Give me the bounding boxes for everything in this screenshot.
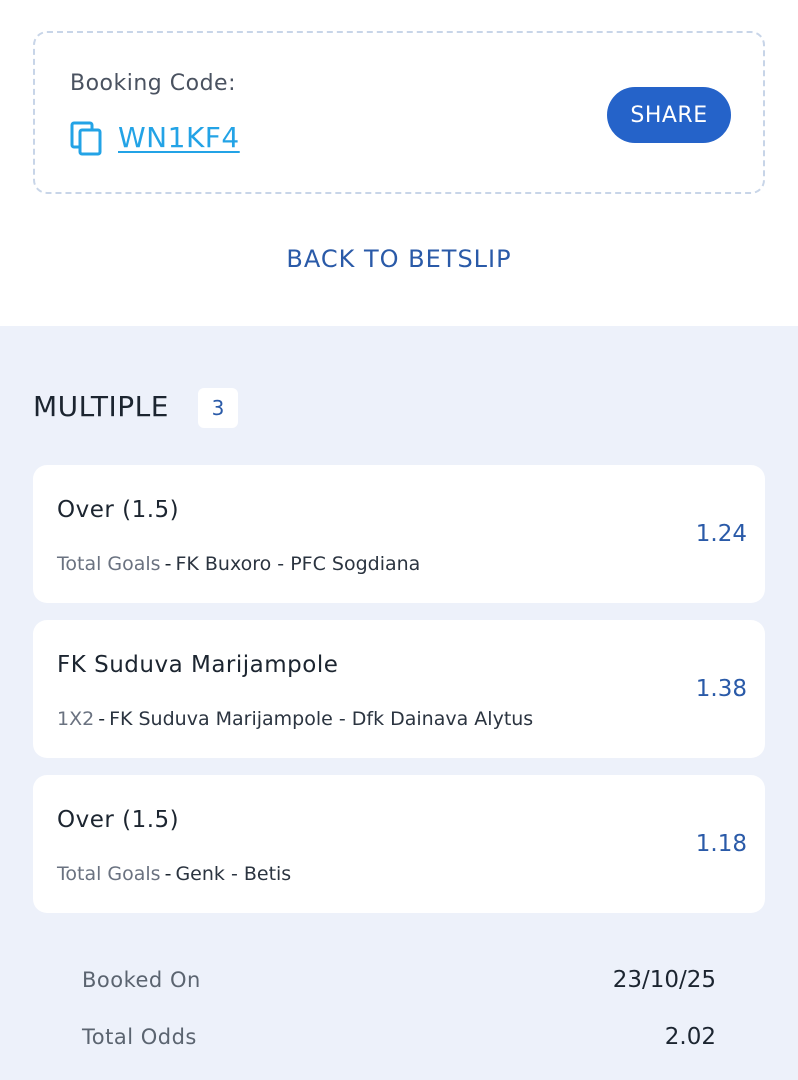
selection-count-badge: 3 [198, 388, 238, 428]
bet-details: Total Goals - Genk - Betis [57, 863, 291, 885]
booked-on-label: Booked On [82, 968, 201, 992]
booking-header: Booking Code: WN1KF4 SHARE BACK TO BETSL… [0, 0, 798, 326]
bet-selection: Over (1.5) [57, 497, 180, 523]
share-button[interactable]: SHARE [607, 87, 731, 143]
bet-match: Genk - Betis [175, 863, 292, 885]
bet-match: FK Buxoro - PFC Sogdiana [175, 553, 421, 575]
bet-odds: 1.38 [695, 676, 747, 702]
bet-market: Total Goals [57, 553, 161, 575]
total-odds-label: Total Odds [82, 1025, 197, 1049]
bet-market: Total Goals [57, 863, 161, 885]
bet-odds: 1.18 [695, 831, 747, 857]
bet-match: FK Suduva Marijampole - Dfk Dainava Alyt… [109, 708, 534, 730]
booking-code-card: Booking Code: WN1KF4 SHARE [33, 31, 765, 194]
bet-selection: Over (1.5) [57, 807, 180, 833]
booking-code-label: Booking Code: [70, 71, 236, 96]
bet-details: Total Goals - FK Buxoro - PFC Sogdiana [57, 553, 420, 575]
bet-card: FK Suduva Marijampole 1X2- FK Suduva Mari… [33, 620, 765, 758]
bet-separator: - [164, 553, 172, 575]
bet-odds: 1.24 [695, 521, 747, 547]
bet-card: Over (1.5) Total Goals - FK Buxoro - PFC S… [33, 465, 765, 603]
bet-market: 1X2 [57, 708, 95, 730]
back-to-betslip-link[interactable]: BACK TO BETSLIP [0, 245, 798, 273]
bet-separator: - [164, 863, 172, 885]
bet-card: Over (1.5) Total Goals - Genk - Betis 1.18 [33, 775, 765, 913]
copy-icon[interactable] [70, 121, 104, 157]
booking-code-link[interactable]: WN1KF4 [118, 121, 240, 154]
total-odds-value: 2.02 [664, 1024, 716, 1050]
bet-details: 1X2- FK Suduva Marijampole - Dfk Dainava … [57, 708, 533, 730]
bet-type-title: MULTIPLE [33, 390, 169, 423]
bet-separator: - [98, 708, 106, 730]
betslip-content: MULTIPLE 3 Over (1.5) Total Goals - FK Bux… [0, 326, 798, 1080]
booked-on-value: 23/10/25 [612, 967, 716, 993]
bet-selection: FK Suduva Marijampole [57, 652, 339, 678]
